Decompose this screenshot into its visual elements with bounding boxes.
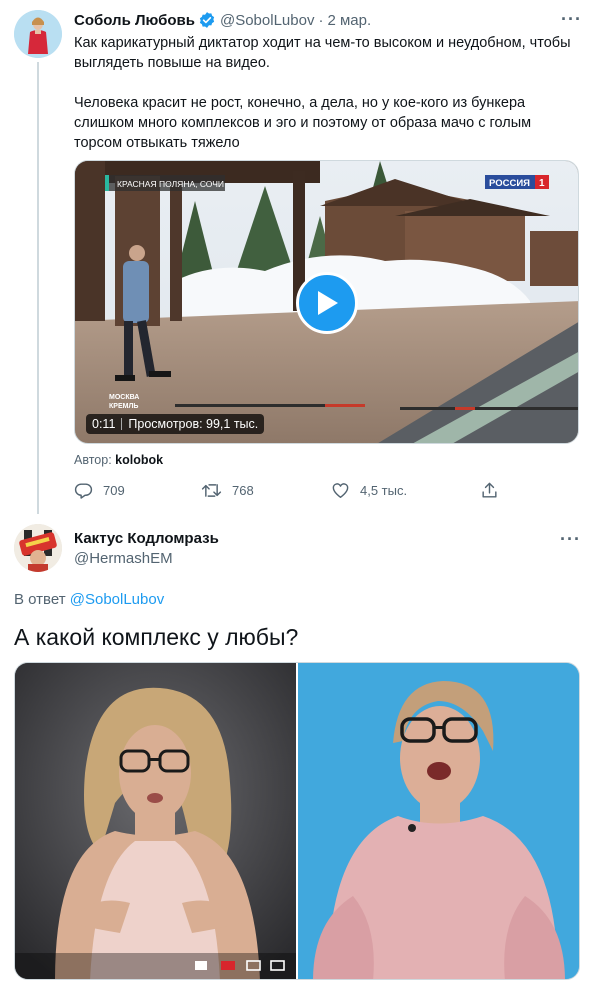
- photo[interactable]: [298, 663, 579, 979]
- heart-icon: [332, 483, 349, 498]
- reply-bubble-icon: [74, 483, 93, 499]
- corner-caption: КРЕМЛЬ: [109, 403, 138, 410]
- retweet-icon: [201, 484, 222, 497]
- video-duration: 0:11: [92, 417, 116, 431]
- author-name[interactable]: Кактус Кодломразь: [74, 530, 219, 547]
- thread-line: [37, 62, 39, 514]
- share-icon: [482, 482, 497, 498]
- author-label: Автор:: [74, 453, 112, 467]
- video-views: Просмотров: 99,1 тыс.: [128, 417, 259, 431]
- reply-button[interactable]: 709: [74, 481, 125, 500]
- photo[interactable]: [15, 663, 296, 979]
- video-author-name[interactable]: kolobok: [115, 453, 163, 467]
- tweet-paragraph: Как карикатурный диктатор ходит на чем-т…: [74, 35, 571, 71]
- video-author: Автор: kolobok: [74, 453, 163, 467]
- tweet-actions: 709 768 4,5 тыс.: [74, 481, 504, 503]
- author-name[interactable]: Соболь Любовь: [74, 12, 195, 29]
- reply-to-link[interactable]: @SobolLubov: [70, 591, 164, 608]
- author-handle[interactable]: @HermashEM: [74, 550, 173, 567]
- more-dots-icon[interactable]: ···: [561, 10, 582, 28]
- reply-prefix: В ответ: [14, 591, 66, 608]
- reply-count: 709: [103, 483, 125, 498]
- location-caption: КРАСНАЯ ПОЛЯНА, СОЧИ: [117, 179, 224, 189]
- share-button[interactable]: [480, 481, 509, 500]
- corner-caption: МОСКВА: [109, 394, 139, 401]
- reply-context: В ответ @SobolLubov: [14, 591, 164, 608]
- channel-logo-number: 1: [539, 178, 545, 189]
- like-button[interactable]: 4,5 тыс.: [331, 481, 407, 500]
- separator-dot: ·: [318, 11, 324, 29]
- badge-separator: [121, 418, 123, 430]
- tweet-text: А какой комплекс у любы?: [14, 624, 299, 650]
- avatar[interactable]: [14, 524, 62, 572]
- more-dots-icon[interactable]: ···: [560, 530, 581, 548]
- like-count: 4,5 тыс.: [360, 483, 408, 498]
- tweet-date[interactable]: 2 мар.: [327, 12, 371, 29]
- photo-grid: [14, 662, 580, 980]
- tweet-header: Соболь Любовь @SobolLubov · 2 мар.: [74, 10, 371, 30]
- tweet-text: Как карикатурный диктатор ходит на чем-т…: [74, 33, 574, 153]
- tweet-paragraph: Человека красит не рост, конечно, а дела…: [74, 95, 532, 151]
- video-stats-badge: 0:11 Просмотров: 99,1 тыс.: [86, 414, 265, 434]
- play-icon: [318, 291, 338, 315]
- retweet-count: 768: [232, 483, 254, 498]
- retweet-button[interactable]: 768: [201, 481, 254, 500]
- verified-badge-icon: [198, 11, 216, 29]
- play-button[interactable]: [296, 272, 358, 334]
- author-handle[interactable]: @SobolLubov: [220, 12, 314, 29]
- channel-logo-text: РОССИЯ: [489, 178, 530, 189]
- avatar[interactable]: [14, 10, 62, 58]
